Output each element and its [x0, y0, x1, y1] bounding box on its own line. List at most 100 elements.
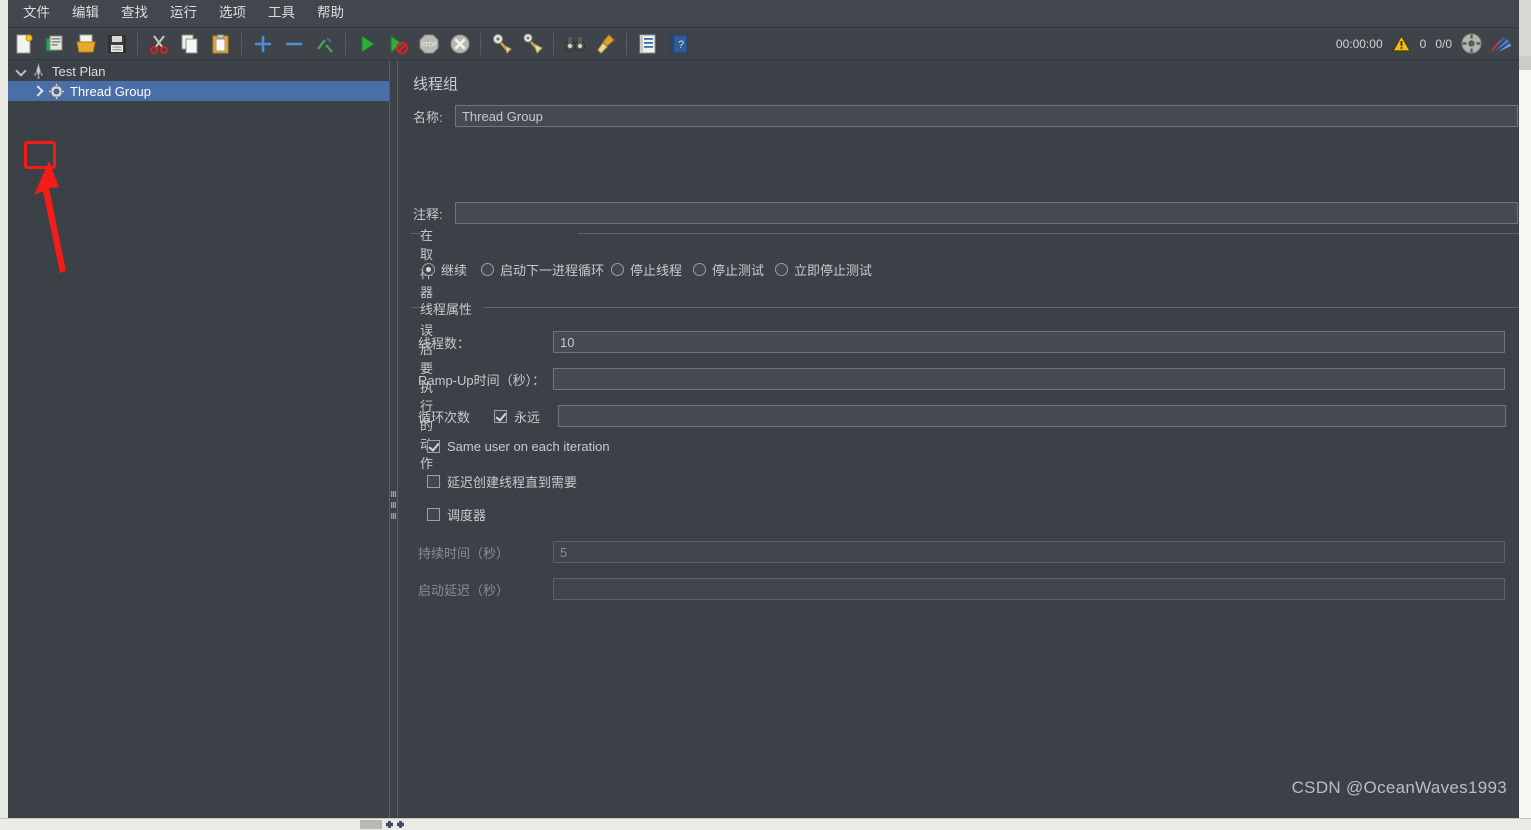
thread-properties-group-title: 线程属性: [416, 299, 477, 318]
toolbar-separator-6: [626, 32, 627, 55]
on-error-option-start-next-loop-label: 启动下一进程循环: [500, 263, 605, 278]
function-helper-button[interactable]: [633, 30, 662, 58]
radio-stop-thread[interactable]: [611, 263, 624, 276]
menu-options[interactable]: 选项: [208, 2, 257, 25]
minus-icon: [285, 42, 302, 45]
binoculars-icon: [564, 36, 585, 51]
cut-button[interactable]: [144, 30, 173, 58]
help-button[interactable]: ?: [664, 30, 693, 58]
desktop-background-left: [0, 0, 8, 818]
on-error-option-stop-test-now-label: 立即停止测试: [794, 263, 873, 278]
startup-delay-label: 启动延迟（秒）: [418, 582, 510, 598]
clear-button[interactable]: [487, 30, 516, 58]
toggle-button[interactable]: [310, 30, 339, 58]
ramp-up-input[interactable]: [553, 368, 1505, 390]
templates-icon: [45, 35, 62, 51]
new-test-plan-button[interactable]: [9, 30, 38, 58]
start-no-pauses-button[interactable]: [383, 30, 412, 58]
tree-node-thread-group-label: Thread Group: [70, 83, 151, 99]
pane-splitter[interactable]: [389, 61, 398, 818]
forever-checkbox[interactable]: [494, 409, 507, 423]
clear-all-button[interactable]: [518, 30, 547, 58]
on-error-option-stop-thread[interactable]: 停止线程: [611, 260, 682, 279]
clear-all-broom-icon: [523, 33, 543, 54]
screen: 文件 编辑 查找 运行 选项 工具 帮助 STOP ? 00:00:00 0 0…: [0, 0, 1531, 830]
scheduler-label: 调度器: [447, 508, 487, 523]
name-input[interactable]: [454, 105, 1518, 127]
save-button[interactable]: [102, 30, 131, 58]
comments-input[interactable]: [454, 202, 1518, 224]
menu-search[interactable]: 查找: [110, 2, 159, 25]
delay-thread-creation-checkbox[interactable]: [427, 475, 440, 488]
radio-stop-test[interactable]: [693, 263, 706, 276]
watermark: CSDN @OceanWaves1993: [1291, 778, 1507, 797]
thread-properties-border-top: [483, 307, 1519, 308]
delay-thread-creation-label: 延迟创建线程直到需要: [447, 475, 578, 490]
menu-file[interactable]: 文件: [12, 2, 61, 25]
on-error-option-stop-test[interactable]: 停止测试: [693, 260, 764, 279]
toolbar-separator-3: [345, 32, 346, 55]
copy-button[interactable]: [175, 30, 204, 58]
shutdown-x-icon: [450, 34, 469, 53]
startup-delay-row: 启动延迟（秒）: [418, 578, 1518, 600]
tree-node-thread-group[interactable]: Thread Group: [8, 81, 389, 101]
plus-icon: [254, 35, 271, 52]
play-green-icon: [361, 34, 375, 53]
search-button[interactable]: [560, 30, 589, 58]
save-floppy-icon: [108, 35, 125, 52]
connection-node-icon[interactable]: [1461, 33, 1482, 54]
splitter-grip[interactable]: [391, 491, 396, 519]
name-label: 名称:: [413, 109, 443, 125]
delay-thread-creation-row[interactable]: 延迟创建线程直到需要: [427, 472, 577, 491]
expand-all-button[interactable]: [248, 30, 277, 58]
duration-input[interactable]: [553, 541, 1505, 563]
jmeter-window: 文件 编辑 查找 运行 选项 工具 帮助 STOP ? 00:00:00 0 0…: [8, 0, 1519, 818]
ramp-up-label: Ramp-Up时间（秒）：: [418, 372, 546, 388]
on-error-option-continue[interactable]: 继续: [422, 260, 467, 279]
new-document-icon: [16, 34, 32, 53]
thread-group-expand-chevron[interactable]: [32, 84, 46, 98]
menu-tools[interactable]: 工具: [257, 2, 306, 25]
loop-count-row: 循环次数 永远: [418, 405, 1518, 427]
radio-stop-test-now[interactable]: [775, 263, 788, 276]
on-error-option-start-next-loop[interactable]: 启动下一进程循环: [481, 260, 604, 279]
shutdown-button[interactable]: [445, 30, 474, 58]
stop-button[interactable]: STOP: [414, 30, 443, 58]
startup-delay-input[interactable]: [553, 578, 1505, 600]
toggle-pencil-icon: [316, 36, 333, 53]
svg-text:STOP: STOP: [420, 42, 436, 48]
taskbar-chip: [360, 820, 382, 829]
scheduler-checkbox[interactable]: [427, 508, 440, 521]
on-error-option-stop-test-now[interactable]: 立即停止测试: [775, 260, 872, 279]
reset-search-button[interactable]: [591, 30, 620, 58]
menu-help[interactable]: 帮助: [306, 2, 355, 25]
copy-icon: [181, 34, 197, 53]
warning-triangle-icon[interactable]: [1391, 35, 1411, 52]
tree-node-test-plan[interactable]: Test Plan: [8, 61, 389, 81]
error-count: 0: [1419, 36, 1427, 51]
scheduler-row[interactable]: 调度器: [427, 505, 486, 524]
test-plan-tree[interactable]: Test Plan Thread Group: [8, 61, 389, 818]
thread-count: 0/0: [1435, 36, 1452, 51]
thread-count-input[interactable]: [553, 331, 1505, 353]
collapse-all-button[interactable]: [279, 30, 308, 58]
open-button[interactable]: [71, 30, 100, 58]
comments-row: 注释:: [413, 202, 1518, 224]
loop-count-input[interactable]: [558, 405, 1506, 427]
same-user-checkbox[interactable]: [427, 440, 440, 453]
taskbar: [0, 818, 1531, 830]
radio-continue[interactable]: [422, 263, 435, 276]
menu-edit[interactable]: 编辑: [61, 2, 110, 25]
templates-button[interactable]: [40, 30, 69, 58]
test-plan-expand-chevron[interactable]: [14, 64, 28, 78]
run-timer: 00:00:00: [1335, 36, 1383, 51]
menu-run[interactable]: 运行: [159, 2, 208, 25]
blue-fan-icon[interactable]: [1491, 34, 1512, 53]
thread-count-label: 线程数：: [418, 335, 471, 351]
paste-button[interactable]: [206, 30, 235, 58]
stop-sign-icon: STOP: [419, 34, 438, 53]
same-user-row[interactable]: Same user on each iteration: [427, 439, 610, 454]
radio-start-next-loop[interactable]: [481, 263, 494, 276]
start-button[interactable]: [352, 30, 381, 58]
open-folder-icon: [75, 34, 96, 52]
